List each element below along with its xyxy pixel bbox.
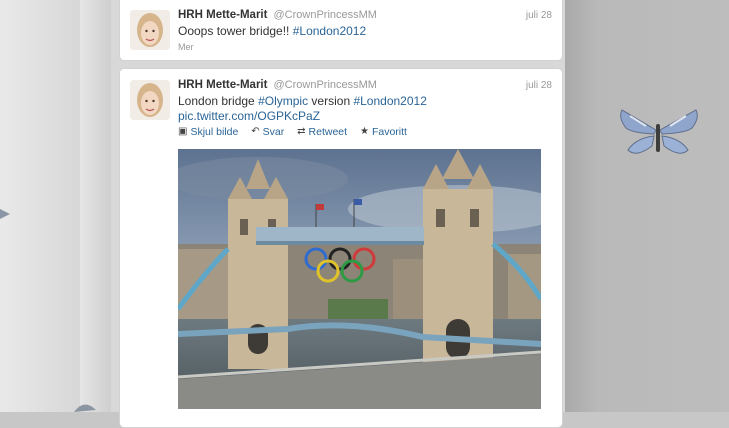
tweet-date[interactable]: juli 28 — [526, 10, 552, 21]
hide-photo-label: Skjul bilde — [190, 125, 239, 138]
timeline-column: HRH Mette-Marit @CrownPrincessMM juli 28… — [111, 0, 565, 428]
tweet-header: HRH Mette-Marit @CrownPrincessMM — [178, 79, 377, 91]
tweet-text-part: Ooops tower bridge!! — [178, 24, 293, 38]
tweet-header: HRH Mette-Marit @CrownPrincessMM — [178, 9, 377, 21]
tweet-text: London bridge #Olympic version #London20… — [178, 94, 548, 124]
hashtag-link[interactable]: #Olympic — [258, 94, 308, 108]
tweet-card[interactable]: HRH Mette-Marit @CrownPrincessMM juli 28… — [119, 0, 563, 61]
reply-label: Svar — [262, 125, 285, 138]
tweet-date[interactable]: juli 28 — [526, 80, 552, 91]
tweet-text: Ooops tower bridge!! #London2012 — [178, 24, 548, 39]
butterfly-icon — [620, 109, 698, 154]
retweet-button[interactable]: ⇄ Retweet — [297, 126, 347, 138]
tweet-photo[interactable] — [178, 149, 541, 409]
user-name[interactable]: HRH Mette-Marit — [178, 79, 267, 91]
more-link[interactable]: Mer — [178, 42, 194, 52]
favorite-label: Favoritt — [371, 125, 407, 138]
retweet-icon: ⇄ — [297, 126, 306, 137]
tweet-card[interactable]: HRH Mette-Marit @CrownPrincessMM juli 28… — [119, 68, 563, 428]
tweet-actions: ▣ Skjul bilde ↶ Svar ⇄ Retweet ★ Favorit… — [178, 125, 417, 138]
tweet-text-part: London bridge — [178, 94, 259, 108]
reply-arrow-icon: ↶ — [251, 126, 260, 137]
hide-photo-button[interactable]: ▣ Skjul bilde — [178, 126, 238, 138]
reply-button[interactable]: ↶ Svar — [251, 126, 284, 138]
background-right-panel — [565, 0, 729, 412]
photo-icon: ▣ — [178, 126, 188, 137]
pic-link[interactable]: pic.twitter.com/OGPKcPaZ — [178, 109, 320, 123]
retweet-label: Retweet — [308, 125, 348, 138]
hashtag-link[interactable]: #London2012 — [293, 24, 366, 38]
user-name[interactable]: HRH Mette-Marit — [178, 9, 267, 21]
background-decoration-icon — [0, 209, 10, 219]
tweet-text-part: version — [308, 94, 354, 108]
user-handle[interactable]: @CrownPrincessMM — [274, 79, 377, 91]
avatar[interactable] — [130, 10, 170, 50]
hashtag-link[interactable]: #London2012 — [353, 94, 426, 108]
avatar[interactable] — [130, 80, 170, 120]
star-icon: ★ — [360, 126, 369, 137]
background-decoration-icon — [74, 404, 96, 412]
user-handle[interactable]: @CrownPrincessMM — [274, 9, 377, 21]
favorite-button[interactable]: ★ Favoritt — [360, 126, 407, 138]
